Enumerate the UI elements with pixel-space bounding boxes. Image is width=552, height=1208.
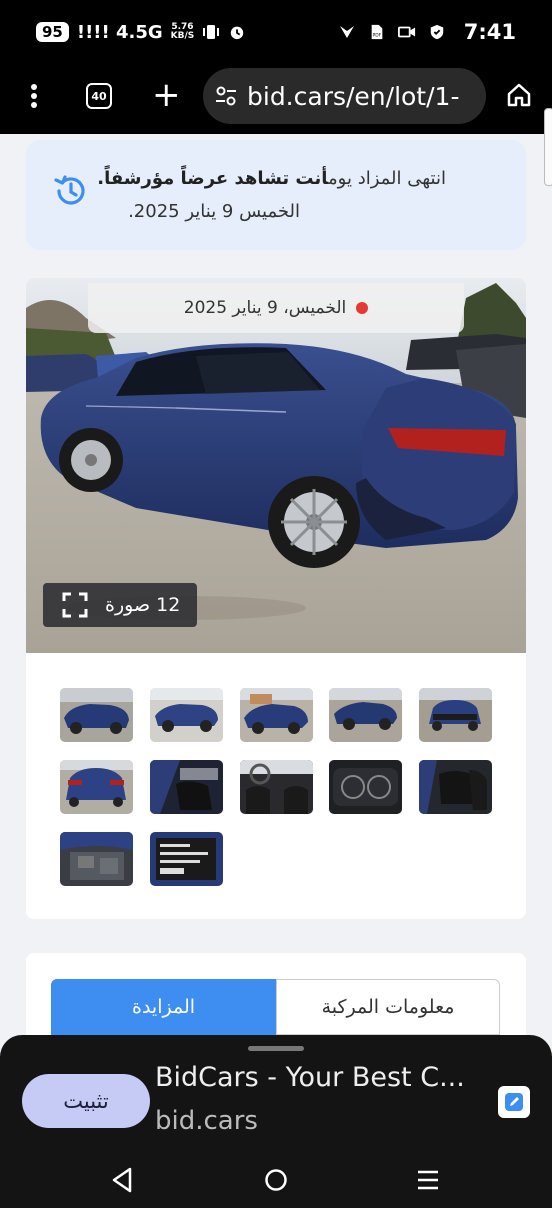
edit-pencil-icon <box>505 1093 523 1111</box>
notice-text-line1: انتهى المزاد يومأنت تشاهد عرضاً مؤرشفاً. <box>97 168 446 189</box>
tab-vehicle-info-label: معلومات المركبة <box>321 996 455 1018</box>
notice-prefix: انتهى المزاد يوم <box>328 168 446 189</box>
recent-apps-nav-icon[interactable] <box>416 1168 440 1192</box>
tab-switcher-button[interactable]: 40 <box>86 83 112 109</box>
auction-date: الخميس، 9 يناير 2025 <box>183 298 347 318</box>
clock: 7:41 <box>463 20 516 44</box>
new-tab-button[interactable]: + <box>152 78 181 112</box>
network-speed-unit: KB/S <box>170 31 195 41</box>
vibrate-icon <box>203 25 220 39</box>
app-notification-icon <box>339 26 354 38</box>
sheet-drag-handle[interactable] <box>248 1046 304 1051</box>
thumbnail-4[interactable] <box>329 688 402 742</box>
history-icon <box>54 175 85 205</box>
thumbnail-5[interactable] <box>419 688 492 742</box>
tab-vehicle-info[interactable]: معلومات المركبة <box>276 979 500 1035</box>
app-domain: bid.cars <box>155 1106 258 1136</box>
status-bar: 95 !!!! 4.5G 5.76 KB/S PDF 7:41 <box>0 0 552 64</box>
thumbnail-1[interactable] <box>60 688 133 742</box>
scrollbar[interactable] <box>544 108 552 186</box>
thumbnail-11[interactable] <box>60 832 133 886</box>
thumbnail-8[interactable] <box>240 760 313 814</box>
notice-text-line2: الخميس 9 يناير 2025. <box>128 201 300 222</box>
site-settings-icon[interactable] <box>215 85 237 107</box>
shield-icon <box>430 24 443 40</box>
thumbnail-3[interactable] <box>240 688 313 742</box>
thumbnail-6[interactable] <box>60 760 133 814</box>
install-button[interactable]: تثبيت <box>22 1074 150 1128</box>
thumbnail-2[interactable] <box>150 688 223 742</box>
thumbnail-10[interactable] <box>419 760 492 814</box>
tab-auction-label: المزايدة <box>131 996 196 1018</box>
battery-level: 95 <box>36 22 69 42</box>
fullscreen-button[interactable]: 12 صورة <box>43 583 197 627</box>
browser-toolbar: 40 + bid.cars/en/lot/1- <box>0 64 552 134</box>
address-bar[interactable]: bid.cars/en/lot/1- <box>203 68 486 124</box>
tab-auction[interactable]: المزايدة <box>51 979 276 1035</box>
tab-count: 40 <box>91 89 107 103</box>
back-nav-icon[interactable] <box>110 1166 134 1194</box>
video-icon <box>397 26 415 38</box>
more-menu-icon[interactable] <box>22 82 46 110</box>
signal-indicator: !!!! 4.5G <box>76 21 163 43</box>
pdf-icon: PDF <box>371 24 383 40</box>
install-button-label: تثبيت <box>63 1089 109 1113</box>
fullscreen-icon <box>62 592 88 618</box>
thumbnail-12[interactable] <box>150 832 223 886</box>
thumbnail-7[interactable] <box>150 760 223 814</box>
notice-bold: أنت تشاهد عرضاً مؤرشفاً. <box>97 168 329 189</box>
app-icon <box>498 1086 530 1118</box>
alarm-icon <box>231 26 244 40</box>
auction-date-banner: الخميس، 9 يناير 2025 <box>88 283 464 333</box>
thumbnail-9[interactable] <box>329 760 402 814</box>
status-dot <box>356 302 369 314</box>
network-speed: 5.76 KB/S <box>171 23 195 41</box>
app-title: BidCars - Your Best C... <box>155 1062 465 1093</box>
photo-count: 12 صورة <box>105 594 181 616</box>
svg-text:PDF: PDF <box>372 32 381 38</box>
home-icon[interactable] <box>506 82 532 108</box>
home-nav-icon[interactable] <box>264 1168 288 1192</box>
url-text: bid.cars/en/lot/1- <box>247 81 460 111</box>
archived-notice <box>26 140 526 250</box>
